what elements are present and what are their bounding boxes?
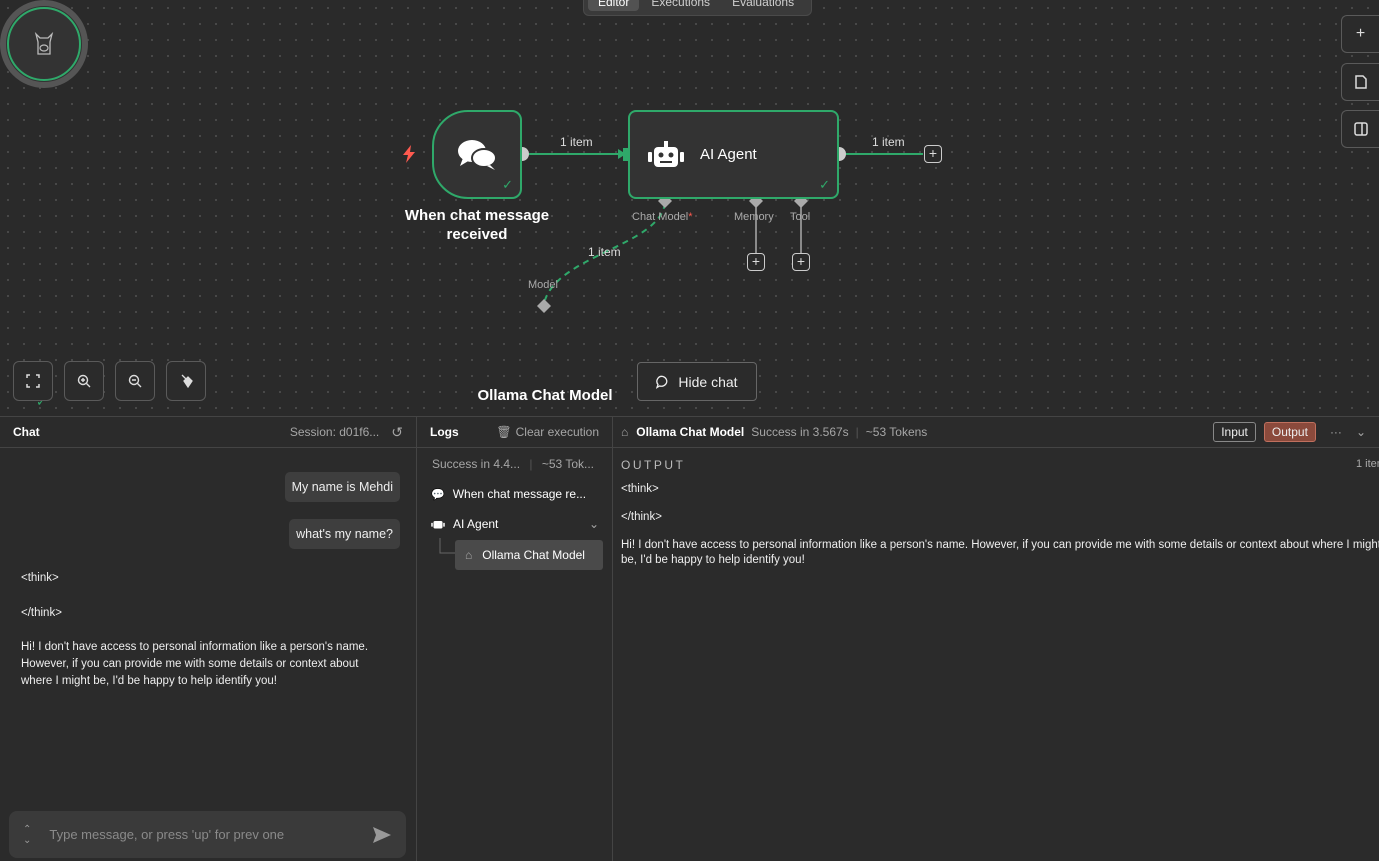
output-line: </think> [621,511,662,523]
port-chat-model: Chat Model* [632,211,693,223]
logs-summary: Success in 4.4... | ~53 Tok... [432,457,595,471]
workflow-canvas[interactable]: Editor Executions Evaluations + ✓ When c… [0,0,1379,416]
user-message: what's my name? [289,519,400,549]
output-item-count: 1 item [1356,458,1379,470]
add-tool-button[interactable]: + [792,253,810,271]
chat-message-input[interactable] [49,827,354,842]
chevron-down-icon[interactable]: ⌄ [1356,425,1366,439]
broom-icon [181,374,193,389]
chat-icon [656,375,668,389]
hide-chat-button[interactable]: Hide chat [637,362,757,401]
chat-title: Chat [13,425,40,439]
llama-icon: ⌂ [465,548,473,562]
zoom-out-icon [128,374,142,388]
bot-reply-line: Hi! I don't have access to personal info… [21,641,369,687]
output-toggle-button[interactable]: Output [1263,422,1316,442]
chevron-down-icon[interactable]: ⌄ [589,517,599,531]
fit-view-button[interactable] [13,361,53,401]
chat-bubbles-icon: 💬 [431,488,445,501]
hide-chat-label: Hide chat [678,373,738,390]
logs-title: Logs [430,425,459,439]
chat-bubbles-icon [458,139,497,170]
output-tokens: ~53 Tokens [865,425,928,439]
reset-session-icon[interactable]: ↺ [391,424,403,441]
edge-label: 1 item [560,135,593,149]
port-model: Model [528,279,558,291]
ai-agent-title: AI Agent [700,146,757,163]
success-check-icon: ✓ [819,177,830,192]
bot-reply-line: <think> [21,572,59,584]
output-status: Success in 3.567s [751,425,849,439]
output-node-name: Ollama Chat Model [636,425,745,439]
ollama-label: Ollama Chat Model [477,387,613,404]
chat-panel: Chat Session: d01f6... ↺ My name is Mehd… [0,417,417,861]
user-message: My name is Mehdi [284,472,400,502]
chat-trigger-node[interactable]: ✓ [432,110,522,199]
zoom-out-button[interactable] [115,361,155,401]
edge-label: 1 item [872,135,905,149]
robot-icon [431,521,445,529]
output-panel: ⌂ Ollama Chat Model Success in 3.567s | … [613,417,1379,861]
clear-execution-button[interactable]: 🗑 Clear execution [496,425,599,439]
bottom-panels: Chat Session: d01f6... ↺ My name is Mehd… [0,416,1379,861]
logs-tokens: ~53 Tok... [541,457,595,471]
port-tool: Tool [790,211,811,223]
success-check-icon: ✓ [502,177,513,192]
zoom-in-button[interactable] [64,361,104,401]
history-arrows-icon[interactable]: ⌃ ⌄ [23,824,31,846]
robot-icon [648,140,684,167]
log-item-chat-trigger[interactable]: 💬 When chat message re... [431,487,586,501]
send-icon[interactable] [372,826,392,844]
logs-panel: Logs 🗑 Clear execution Success in 4.4...… [417,417,613,861]
fit-view-icon [26,374,40,388]
trash-icon: 🗑 [496,425,512,439]
bot-reply-line: </think> [21,607,62,619]
chat-input-box: ⌃ ⌄ [9,811,406,858]
add-next-node-button[interactable]: + [924,145,942,163]
edge-label: 1 item [588,245,621,259]
ai-agent-node[interactable]: AI Agent ✓ [628,110,839,199]
add-memory-button[interactable]: + [747,253,765,271]
session-id[interactable]: Session: d01f6... [290,425,379,439]
trigger-bolt-icon [403,145,415,163]
logs-status: Success in 4.4... [432,457,521,471]
zoom-in-icon [77,374,91,388]
chat-trigger-label: When chat message received [404,207,550,243]
output-line: Hi! I don't have access to personal info… [621,539,1379,566]
more-options-icon[interactable]: ··· [1330,425,1342,439]
output-line: <think> [621,483,659,495]
log-item-ai-agent[interactable]: AI Agent ⌄ [431,517,599,531]
input-toggle-button[interactable]: Input [1213,422,1256,442]
tidy-up-button[interactable] [166,361,206,401]
connections [515,147,923,313]
port-memory: Memory [734,211,774,223]
log-item-ollama[interactable]: ⌂ Ollama Chat Model [455,540,603,570]
llama-icon: ⌂ [621,425,629,439]
output-heading: OUTPUT [621,458,686,472]
